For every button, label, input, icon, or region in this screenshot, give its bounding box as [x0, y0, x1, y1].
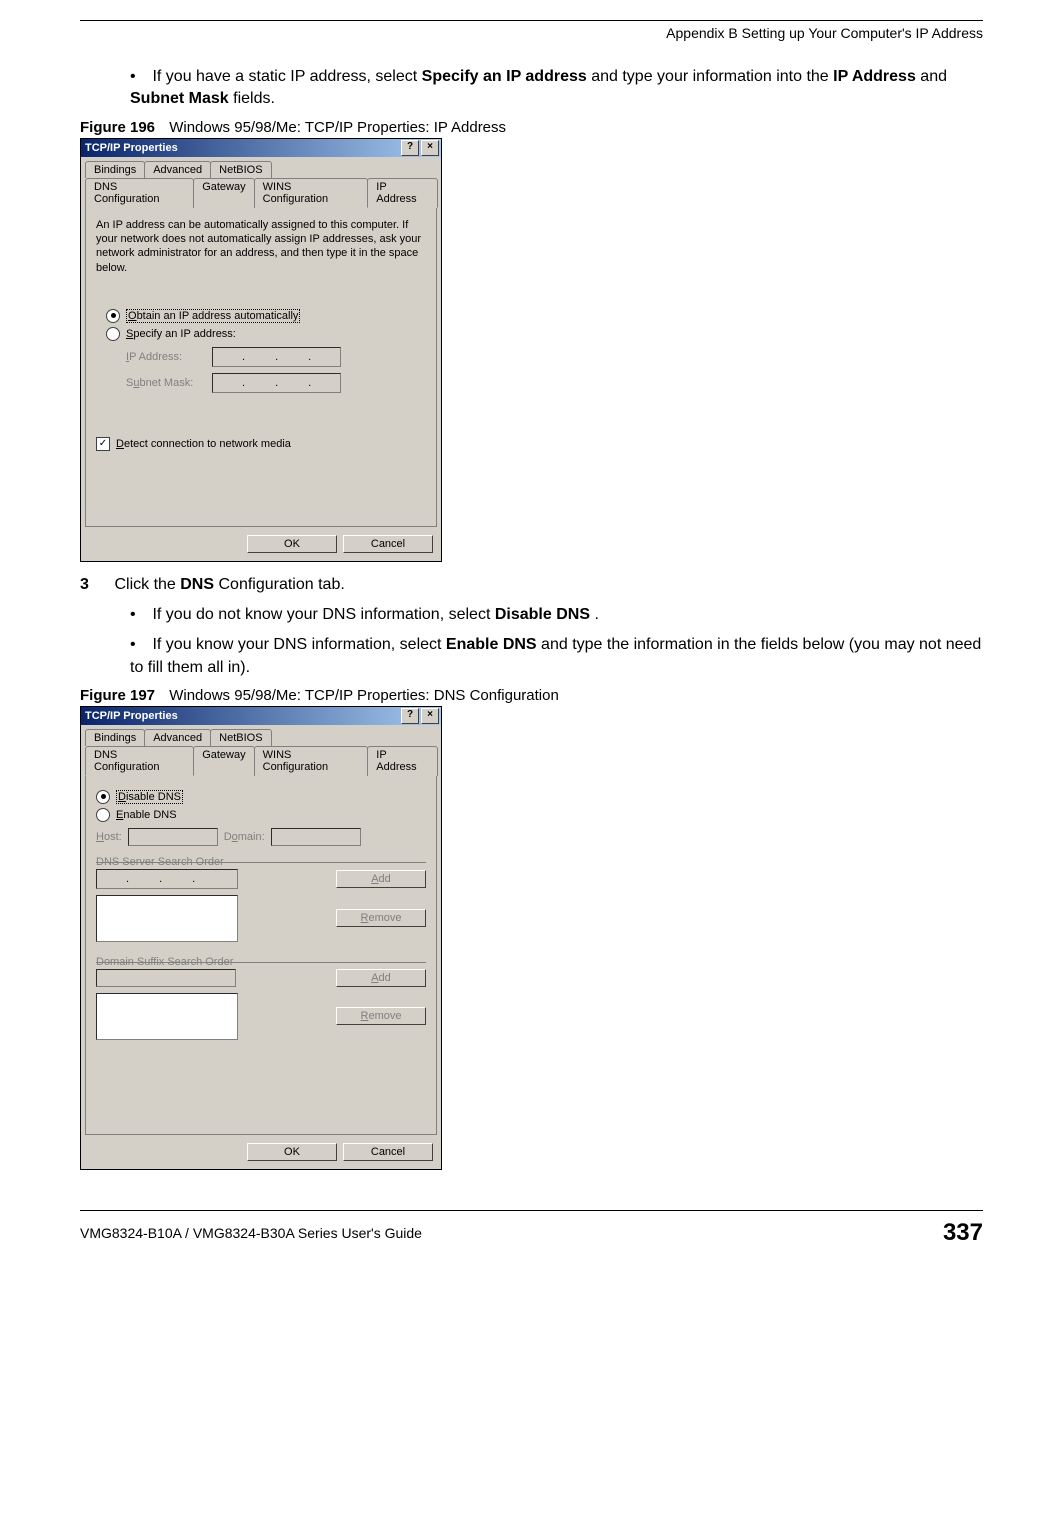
ip-address-field: ...	[212, 347, 341, 367]
remove-dns-button: Remove	[336, 909, 426, 927]
text-bold: DNS	[180, 576, 214, 593]
tab-gateway[interactable]: Gateway	[193, 178, 254, 208]
add-suffix-button: Add	[336, 969, 426, 987]
figure-197-caption: Figure 197 Windows 95/98/Me: TCP/IP Prop…	[80, 687, 983, 704]
text: etect connection to network media	[124, 438, 291, 450]
tab-wins[interactable]: WINS Configuration	[254, 746, 369, 776]
radio-icon	[96, 790, 110, 804]
text: Click the	[114, 576, 180, 593]
window-title: TCP/IP Properties	[83, 139, 399, 157]
step-3: 3 Click the DNS Configuration tab.	[80, 576, 983, 594]
text-bold: Specify an IP address	[422, 68, 587, 85]
bullet-static-ip: • If you have a static IP address, selec…	[130, 66, 983, 111]
tab-advanced[interactable]: Advanced	[144, 161, 211, 178]
tab-dns[interactable]: DNS Configuration	[85, 178, 194, 208]
text: O	[128, 310, 137, 322]
remove-suffix-button: Remove	[336, 1007, 426, 1025]
figure-number: Figure 197	[80, 687, 155, 704]
text-bold: Subnet Mask	[130, 90, 229, 107]
tab-wins[interactable]: WINS Configuration	[254, 178, 369, 208]
text-bold: Disable DNS	[495, 606, 590, 623]
figure-196-caption: Figure 196 Windows 95/98/Me: TCP/IP Prop…	[80, 119, 983, 136]
text: Configuration tab.	[218, 576, 344, 593]
help-button[interactable]: ?	[401, 708, 419, 724]
footer-guide-name: VMG8324-B10A / VMG8324-B30A Series User'…	[80, 1225, 422, 1241]
text: btain an IP address automatically	[137, 310, 299, 322]
tab-ip-address[interactable]: IP Address	[367, 178, 438, 208]
tab-ip-address[interactable]: IP Address	[367, 746, 438, 776]
radio-specify-ip[interactable]: Specify an IP address:	[106, 327, 418, 341]
close-button[interactable]: ×	[421, 708, 439, 724]
tab-dns[interactable]: DNS Configuration	[85, 746, 194, 776]
domain-suffix-label: Domain Suffix Search Order	[96, 956, 233, 968]
figure-title: Windows 95/98/Me: TCP/IP Properties: IP …	[169, 119, 506, 136]
add-dns-button: Add	[336, 870, 426, 888]
page-footer: VMG8324-B10A / VMG8324-B30A Series User'…	[80, 1210, 983, 1247]
tab-netbios[interactable]: NetBIOS	[210, 161, 271, 178]
host-label: Host:	[96, 831, 122, 843]
text: D	[118, 791, 126, 803]
titlebar[interactable]: TCP/IP Properties ? ×	[81, 707, 441, 725]
text: pecify an IP address:	[133, 328, 236, 340]
titlebar[interactable]: TCP/IP Properties ? ×	[81, 139, 441, 157]
tab-bindings[interactable]: Bindings	[85, 161, 145, 178]
checkbox-icon: ✓	[96, 437, 110, 451]
radio-enable-dns[interactable]: Enable DNS	[96, 808, 426, 822]
text: nable DNS	[123, 809, 176, 821]
radio-obtain-auto[interactable]: Obtain an IP address automatically	[106, 309, 418, 323]
step-number: 3	[80, 576, 110, 594]
text: If you have a static IP address, select	[152, 68, 421, 85]
subnet-mask-label: Subnet Mask:	[126, 377, 206, 389]
help-button[interactable]: ?	[401, 140, 419, 156]
text: and type your information into the	[591, 68, 833, 85]
domain-field	[271, 828, 361, 846]
cancel-button[interactable]: Cancel	[343, 1143, 433, 1161]
text: If you do not know your DNS information,…	[152, 606, 494, 623]
radio-icon	[106, 309, 120, 323]
domain-label: Domain:	[224, 831, 265, 843]
header-appendix: Appendix B Setting up Your Computer's IP…	[80, 25, 983, 41]
tab-netbios[interactable]: NetBIOS	[210, 729, 271, 746]
ok-button[interactable]: OK	[247, 1143, 337, 1161]
tab-advanced[interactable]: Advanced	[144, 729, 211, 746]
figure-title: Windows 95/98/Me: TCP/IP Properties: DNS…	[169, 687, 559, 704]
ip-address-label: IP Address:	[126, 351, 206, 363]
suffix-field	[96, 969, 236, 987]
radio-disable-dns[interactable]: Disable DNS	[96, 790, 426, 804]
text: D	[116, 438, 124, 450]
window-title: TCP/IP Properties	[83, 707, 399, 725]
text-bold: IP Address	[833, 68, 916, 85]
host-field	[128, 828, 218, 846]
tcpip-dialog-dns: TCP/IP Properties ? × Bindings Advanced …	[80, 706, 442, 1170]
suffix-list	[96, 993, 238, 1040]
tab-bindings[interactable]: Bindings	[85, 729, 145, 746]
footer-page-number: 337	[943, 1219, 983, 1247]
radio-icon	[106, 327, 120, 341]
text: If you know your DNS information, select	[152, 636, 445, 653]
dns-ip-field: ...	[96, 869, 238, 889]
radio-icon	[96, 808, 110, 822]
figure-number: Figure 196	[80, 119, 155, 136]
subnet-mask-field: ...	[212, 373, 341, 393]
text: fields.	[233, 90, 275, 107]
dns-order-label: DNS Server Search Order	[96, 856, 224, 868]
bullet-enable-dns: • If you know your DNS information, sele…	[130, 634, 983, 679]
close-button[interactable]: ×	[421, 140, 439, 156]
bullet-disable-dns: • If you do not know your DNS informatio…	[130, 604, 983, 626]
dns-list	[96, 895, 238, 942]
text-bold: Enable DNS	[446, 636, 537, 653]
checkbox-detect-media[interactable]: ✓ Detect connection to network media	[96, 437, 426, 451]
text: and	[920, 68, 947, 85]
tcpip-dialog-ip: TCP/IP Properties ? × Bindings Advanced …	[80, 138, 442, 562]
tab-gateway[interactable]: Gateway	[193, 746, 254, 776]
ip-description: An IP address can be automatically assig…	[96, 218, 426, 275]
cancel-button[interactable]: Cancel	[343, 535, 433, 553]
ok-button[interactable]: OK	[247, 535, 337, 553]
text: isable DNS	[126, 791, 181, 803]
text: .	[594, 606, 598, 623]
